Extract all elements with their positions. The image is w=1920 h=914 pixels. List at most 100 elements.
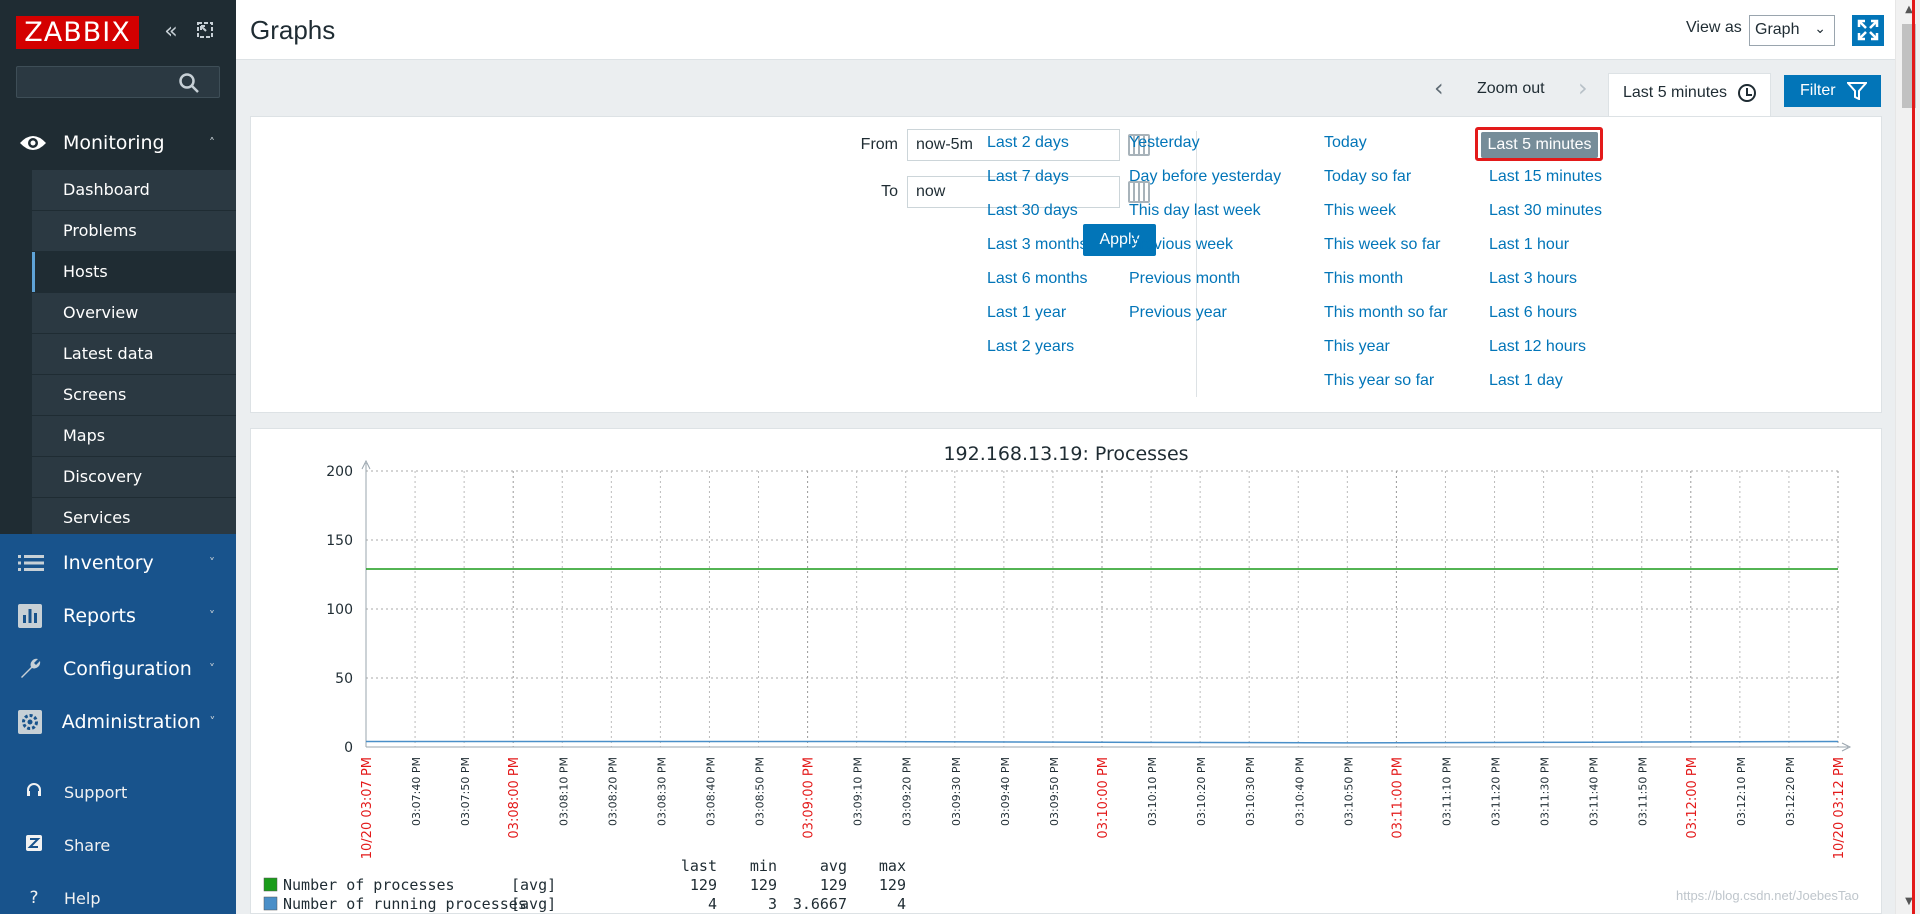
legend-value: 3 — [768, 895, 777, 913]
quick-range-last-2-years[interactable]: Last 2 years — [987, 338, 1074, 356]
help-label: Help — [64, 888, 101, 908]
time-range-label: Last 5 minutes — [1623, 84, 1728, 101]
sidebar-item-hosts[interactable]: Hosts — [32, 252, 236, 293]
sidebar-item-problems[interactable]: Problems — [32, 211, 236, 252]
menu-reports[interactable]: Reports ˅ — [0, 589, 236, 643]
quick-range-this-month-so-far[interactable]: This month so far — [1324, 304, 1448, 322]
quick-range-this-week[interactable]: This week — [1324, 202, 1396, 220]
x-tick-label: 03:11:20 PM — [1490, 757, 1503, 826]
x-tick-label: 03:10:40 PM — [1293, 757, 1306, 826]
fullscreen-button[interactable] — [1852, 15, 1884, 46]
sidebar-item-discovery[interactable]: Discovery — [32, 457, 236, 498]
quick-range-yesterday[interactable]: Yesterday — [1129, 134, 1200, 152]
from-label: From — [860, 136, 898, 153]
sidebar-item-services[interactable]: Services — [32, 498, 236, 539]
x-tick-label: 03:11:10 PM — [1440, 757, 1453, 826]
zoom-out-button[interactable]: Zoom out — [1477, 80, 1545, 98]
quick-range-last-6-hours[interactable]: Last 6 hours — [1489, 304, 1577, 322]
quick-range-previous-week[interactable]: Previous week — [1129, 236, 1233, 254]
quick-range-last-15-minutes[interactable]: Last 15 minutes — [1489, 168, 1602, 186]
quick-range-this-year[interactable]: This year — [1324, 338, 1390, 356]
page-scrollbar[interactable]: ▲ ▼ — [1895, 0, 1920, 914]
legend-value: 129 — [879, 876, 906, 894]
x-tick-label: 03:08:50 PM — [754, 757, 767, 826]
view-as-select[interactable]: Graph ⌄ — [1749, 15, 1835, 46]
search-icon[interactable] — [178, 72, 202, 94]
quick-range-today-so-far[interactable]: Today so far — [1324, 168, 1411, 186]
quick-range-previous-month[interactable]: Previous month — [1129, 270, 1240, 288]
quick-range-last-2-days[interactable]: Last 2 days — [987, 134, 1069, 152]
sidebar-item-overview[interactable]: Overview — [32, 293, 236, 334]
help-link[interactable]: ? Help — [0, 876, 236, 914]
fullscreen-icon — [1857, 19, 1879, 41]
x-tick-label: 03:08:30 PM — [655, 757, 668, 826]
y-tick-label: 200 — [326, 464, 353, 480]
question-icon: ? — [29, 888, 39, 908]
chart-title: 192.168.13.19: Processes — [943, 443, 1188, 465]
sidebar-item-maps[interactable]: Maps — [32, 416, 236, 457]
quick-range-last-3-hours[interactable]: Last 3 hours — [1489, 270, 1577, 288]
view-as-label: View as — [1686, 19, 1742, 36]
x-tick-label: 03:08:00 PM — [507, 757, 522, 839]
legend-swatch — [263, 877, 278, 892]
menu-configuration-label: Configuration — [63, 658, 192, 680]
x-tick-label: 03:12:00 PM — [1685, 757, 1700, 839]
y-tick-label: 100 — [326, 602, 353, 618]
quick-range-last-12-hours[interactable]: Last 12 hours — [1489, 338, 1586, 356]
x-tick-label: 03:09:00 PM — [802, 757, 817, 839]
sidebar-item-dashboard[interactable]: Dashboard — [32, 170, 236, 211]
legend-value: 4 — [708, 895, 717, 913]
menu-administration[interactable]: Administration ˅ — [0, 695, 236, 749]
quick-range-last-1-year[interactable]: Last 1 year — [987, 304, 1066, 322]
quick-range-last-3-months[interactable]: Last 3 months — [987, 236, 1088, 254]
legend-series-name: Number of running processes — [283, 895, 527, 913]
x-tick-label: 03:10:50 PM — [1342, 757, 1355, 826]
x-tick-label: 03:08:10 PM — [557, 757, 570, 826]
autohide-sidebar-icon[interactable] — [194, 20, 216, 44]
menu-configuration[interactable]: Configuration ˅ — [0, 642, 236, 696]
x-tick-label: 03:09:20 PM — [901, 757, 914, 826]
quick-range-last-5-minutes[interactable]: Last 5 minutes — [1481, 132, 1598, 158]
share-z-icon — [22, 834, 46, 856]
legend-header: min — [750, 857, 777, 875]
graph-panel: 192.168.13.19: Processes 200 150 100 50 0 10/2… — [250, 428, 1882, 914]
collapse-sidebar-icon[interactable]: « — [160, 20, 182, 44]
legend-header: avg — [820, 857, 847, 875]
clock-icon — [1738, 84, 1756, 102]
share-link[interactable]: Share — [0, 823, 236, 867]
quick-range-last-1-day[interactable]: Last 1 day — [1489, 372, 1563, 390]
chevron-left-icon[interactable]: ‹ — [1434, 74, 1444, 102]
tab-time-range[interactable]: Last 5 minutes — [1608, 73, 1771, 116]
view-as-value: Graph — [1755, 21, 1800, 38]
quick-range-previous-year[interactable]: Previous year — [1129, 304, 1227, 322]
legend-swatch — [263, 896, 278, 911]
chevron-up-icon: ˄ — [209, 136, 215, 150]
to-label: To — [881, 183, 898, 200]
quick-range-last-30-days[interactable]: Last 30 days — [987, 202, 1078, 220]
tab-filter[interactable]: Filter — [1784, 75, 1881, 107]
quick-range-this-month[interactable]: This month — [1324, 270, 1403, 288]
quick-range-last-30-minutes[interactable]: Last 30 minutes — [1489, 202, 1602, 220]
menu-monitoring-label: Monitoring — [63, 132, 165, 154]
legend-value: 4 — [897, 895, 906, 913]
x-tick-label: 03:11:50 PM — [1637, 757, 1650, 826]
quick-range-last-6-months[interactable]: Last 6 months — [987, 270, 1088, 288]
legend-func: [avg] — [511, 876, 556, 894]
chevron-right-icon[interactable]: › — [1578, 74, 1588, 102]
sidebar-item-latest-data[interactable]: Latest data — [32, 334, 236, 375]
x-tick-label: 03:10:10 PM — [1146, 757, 1159, 826]
legend-value: 129 — [690, 876, 717, 894]
quick-range-this-week-so-far[interactable]: This week so far — [1324, 236, 1440, 254]
quick-range-today[interactable]: Today — [1324, 134, 1367, 152]
zabbix-logo[interactable]: ZABBIX — [16, 16, 139, 49]
quick-range-this-day-last-week[interactable]: This day last week — [1129, 202, 1261, 220]
sidebar-item-screens[interactable]: Screens — [32, 375, 236, 416]
page-title: Graphs — [250, 15, 336, 45]
menu-monitoring[interactable]: Monitoring ˄ — [0, 116, 236, 170]
quick-range-last-1-hour[interactable]: Last 1 hour — [1489, 236, 1569, 254]
quick-range-last-7-days[interactable]: Last 7 days — [987, 168, 1069, 186]
support-link[interactable]: Support — [0, 770, 236, 814]
quick-range-day-before-yesterday[interactable]: Day before yesterday — [1129, 168, 1281, 186]
quick-range-this-year-so-far[interactable]: This year so far — [1324, 372, 1434, 390]
menu-inventory[interactable]: Inventory ˅ — [0, 536, 236, 590]
